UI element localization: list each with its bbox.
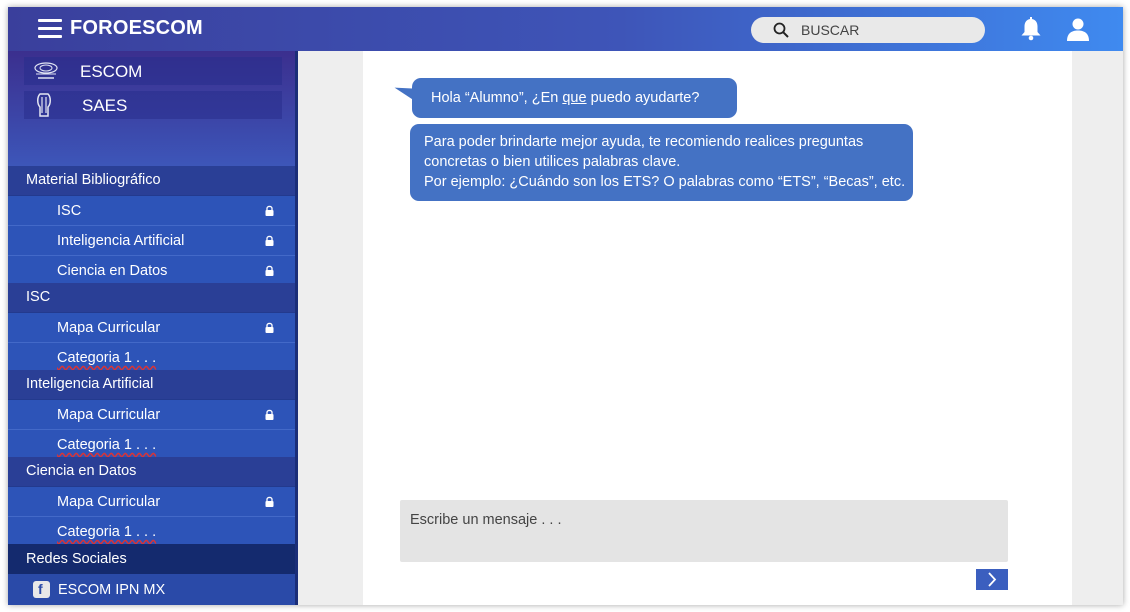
sidebar-item-label: Inteligencia Artificial — [57, 233, 185, 249]
sidebar-item-ia-categoria[interactable]: Categoria 1 . . . — [8, 430, 295, 460]
sidebar-item-datos-categoria[interactable]: Categoria 1 . . . — [8, 517, 295, 546]
lock-icon — [265, 235, 274, 246]
section-header-isc[interactable]: ISC — [8, 283, 295, 312]
sidebar-item-material-datos[interactable]: Ciencia en Datos — [8, 256, 295, 286]
facebook-icon: f — [33, 581, 50, 598]
section-title: Inteligencia Artificial — [26, 376, 154, 392]
sidebar-item-label: Mapa Curricular — [57, 407, 161, 423]
sidebar-item-label: Ciencia en Datos — [57, 263, 168, 279]
sidebar-item-isc-mapa[interactable]: Mapa Curricular — [8, 313, 295, 343]
lock-icon — [265, 322, 274, 333]
lock-icon — [265, 409, 274, 420]
sidebar-item-label: Categoria 1 . . . — [57, 350, 157, 366]
ipn-logo-icon — [37, 93, 51, 117]
help-message-line: concretas o bien utilices palabras clave… — [424, 154, 681, 170]
escom-logo-icon — [34, 62, 58, 79]
sidebar-item-isc-categoria[interactable]: Categoria 1 . . . — [8, 343, 295, 373]
greeting-text-part: Hola “Alumno”, ¿En — [431, 90, 563, 106]
lock-icon — [265, 265, 274, 276]
send-button[interactable] — [976, 569, 1008, 590]
greeting-text-part: puedo ayudarte? — [586, 90, 700, 106]
search-icon — [773, 22, 789, 38]
chevron-right-icon — [988, 572, 997, 587]
chat-panel: Hola “Alumno”, ¿En que puedo ayudarte? P… — [363, 51, 1072, 605]
sidebar-item-label: Mapa Curricular — [57, 320, 161, 336]
sidebar-item-material-ia[interactable]: Inteligencia Artificial — [8, 226, 295, 256]
sidebar-item-datos-mapa[interactable]: Mapa Curricular — [8, 487, 295, 517]
hamburger-menu-icon[interactable] — [38, 19, 62, 39]
sidebar-item-label: ESCOM IPN MX — [58, 582, 166, 598]
sidebar-item-ia-mapa[interactable]: Mapa Curricular — [8, 400, 295, 430]
sidebar-link-label: ESCOM — [80, 62, 143, 81]
help-message: Para poder brindarte mejor ayuda, te rec… — [410, 124, 913, 201]
lock-icon — [265, 496, 274, 507]
app-window: FOROESCOM BUSCAR ESCOM SAES Material Bib… — [8, 7, 1123, 605]
sidebar-item-facebook[interactable]: f ESCOM IPN MX — [8, 574, 295, 605]
search-input[interactable] — [801, 17, 971, 43]
sidebar-links-panel: ESCOM SAES — [8, 51, 295, 166]
user-icon[interactable] — [1065, 16, 1091, 42]
sidebar-item-label: Mapa Curricular — [57, 494, 161, 510]
brand-title[interactable]: FOROESCOM — [70, 17, 203, 40]
sidebar-link-escom[interactable]: ESCOM — [24, 57, 282, 85]
message-input[interactable] — [400, 500, 1008, 562]
lock-icon — [265, 205, 274, 216]
sidebar-link-label: SAES — [82, 96, 128, 115]
section-header-redes-sociales: Redes Sociales — [8, 544, 295, 574]
bell-icon[interactable] — [1018, 16, 1044, 42]
search-box[interactable] — [751, 17, 985, 43]
greeting-message: Hola “Alumno”, ¿En que puedo ayudarte? — [412, 78, 737, 118]
help-message-line: Para poder brindarte mejor ayuda, te rec… — [424, 134, 864, 150]
sidebar-item-label: Categoria 1 . . . — [57, 524, 157, 540]
greeting-text: Hola “Alumno”, ¿En que puedo ayudarte? — [431, 88, 699, 108]
sidebar: ESCOM SAES Material Bibliográfico ISC In… — [8, 51, 298, 605]
section-header-datos[interactable]: Ciencia en Datos — [8, 457, 295, 486]
help-message-line: Por ejemplo: ¿Cuándo son los ETS? O pala… — [424, 174, 906, 190]
greeting-text-underlined: que — [562, 90, 587, 106]
section-title: Ciencia en Datos — [26, 463, 137, 479]
sidebar-item-label: Categoria 1 . . . — [57, 437, 157, 453]
top-bar: FOROESCOM — [8, 7, 1123, 51]
section-header-ia[interactable]: Inteligencia Artificial — [8, 370, 295, 399]
sidebar-item-label: ISC — [57, 203, 82, 219]
section-title: Material Bibliográfico — [26, 172, 161, 188]
section-header-material[interactable]: Material Bibliográfico — [8, 166, 295, 195]
sidebar-link-saes[interactable]: SAES — [24, 91, 282, 119]
section-title: Redes Sociales — [26, 551, 127, 567]
sidebar-item-material-isc[interactable]: ISC — [8, 196, 295, 226]
section-title: ISC — [26, 289, 51, 305]
